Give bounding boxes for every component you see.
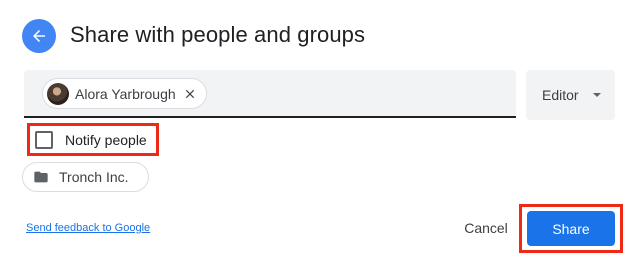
- back-button[interactable]: [22, 19, 56, 53]
- notify-people-label: Notify people: [65, 131, 147, 148]
- role-selected-value: Editor: [542, 87, 579, 103]
- notify-people-checkbox-row[interactable]: Notify people: [27, 123, 159, 156]
- recipient-chip[interactable]: Alora Yarbrough: [42, 78, 207, 109]
- people-input-field[interactable]: Alora Yarbrough: [24, 70, 516, 118]
- notify-people-checkbox[interactable]: [35, 130, 53, 149]
- share-dialog: Share with people and groups Alora Yarbr…: [0, 0, 637, 258]
- dialog-title: Share with people and groups: [70, 22, 366, 47]
- organization-label: Tronch Inc.: [59, 169, 129, 185]
- folder-icon: [34, 171, 48, 183]
- organization-chip[interactable]: Tronch Inc.: [22, 162, 149, 192]
- close-icon: [185, 89, 194, 98]
- role-dropdown[interactable]: Editor: [526, 70, 615, 120]
- cancel-button[interactable]: Cancel: [452, 210, 520, 246]
- remove-recipient-button[interactable]: [182, 86, 198, 102]
- share-button[interactable]: Share: [527, 211, 615, 246]
- arrow-left-icon: [33, 30, 45, 42]
- recipient-name: Alora Yarbrough: [75, 85, 176, 102]
- avatar: [47, 82, 69, 105]
- caret-down-icon: [593, 93, 601, 97]
- send-feedback-link[interactable]: Send feedback to Google: [26, 222, 150, 234]
